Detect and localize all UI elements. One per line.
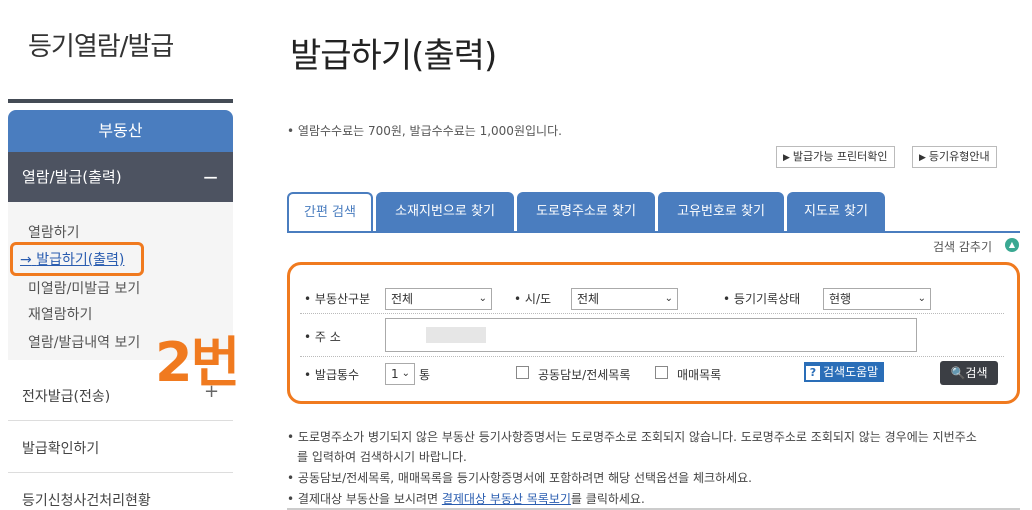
search-icon: 🔍	[950, 366, 966, 380]
count-label: • 발급통수	[304, 368, 360, 382]
search-help-button[interactable]: ? 검색도움말	[804, 362, 885, 382]
payment-list-link[interactable]: 결제대상 부동산 목록보기	[442, 492, 571, 506]
category-header[interactable]: 부동산	[8, 110, 233, 152]
note-road-address-cont: 를 입력하여 검색하시기 바랍니다.	[297, 450, 467, 464]
joint-collateral-label: 공동담보/전세목록	[538, 368, 631, 382]
sidebar-item-e-issue[interactable]: 전자발급(전송)	[8, 386, 233, 406]
divider	[8, 472, 233, 473]
note-payment: • 결제대상 부동산을 보시려면 결제대상 부동산 목록보기를 클릭하세요.	[287, 492, 645, 506]
tab-road-address[interactable]: 도로명주소로 찾기	[517, 192, 655, 232]
chevron-down-icon: ⌄	[478, 293, 487, 304]
sidebar-item-label: 열람/발급(출력)	[22, 168, 122, 186]
hide-search-link[interactable]: 검색 감추기	[933, 238, 992, 255]
count-select[interactable]: 1 ⌄	[385, 363, 415, 385]
submenu-view[interactable]: 열람하기	[28, 222, 80, 242]
printer-check-button[interactable]: ▶ 발급가능 프린터확인	[776, 146, 895, 168]
question-icon: ?	[806, 366, 820, 380]
note-options: • 공동담보/전세목록, 매매목록을 등기사항증명서에 포함하려면 해당 선택옵…	[287, 471, 752, 485]
tab-lot-number[interactable]: 소재지번으로 찾기	[376, 192, 514, 232]
fee-note: • 열람수수료는 700원, 발급수수료는 1,000원입니다.	[287, 124, 562, 138]
address-label: • 주 소	[304, 330, 341, 344]
tab-underline	[287, 231, 1020, 233]
record-status-label: • 등기기록상태	[723, 292, 801, 306]
chevron-down-icon: ⌄	[917, 293, 926, 304]
chevron-down-icon: ⌄	[664, 293, 673, 304]
tab-unique-number[interactable]: 고유번호로 찾기	[658, 192, 784, 232]
address-input[interactable]	[385, 318, 917, 352]
region-label: • 시/도	[514, 292, 552, 306]
tab-map[interactable]: 지도로 찾기	[787, 192, 885, 232]
submenu-issue[interactable]: → 발급하기(출력)	[20, 249, 124, 269]
sidebar-item-view-issue[interactable]: 열람/발급(출력) −	[8, 152, 233, 202]
sale-list-label: 매매목록	[677, 368, 722, 382]
sale-list-checkbox[interactable]	[655, 366, 668, 379]
sidebar-title: 등기열람/발급	[28, 32, 174, 62]
chevron-up-icon[interactable]: ▲	[1005, 238, 1019, 252]
page-title: 발급하기(출력)	[290, 36, 497, 76]
divider	[300, 313, 1004, 314]
submenu-review[interactable]: 재열람하기	[28, 304, 92, 324]
submenu-unviewed[interactable]: 미열람/미발급 보기	[28, 278, 140, 298]
triangle-right-icon: ▶	[783, 153, 790, 163]
triangle-right-icon: ▶	[919, 153, 926, 163]
property-type-label: • 부동산구분	[304, 292, 371, 306]
chevron-down-icon: ⌄	[401, 368, 410, 379]
property-type-select[interactable]: 전체 ⌄	[385, 288, 492, 310]
sidebar-item-case-status[interactable]: 등기신청사건처리현황	[8, 490, 233, 510]
note-road-address: • 도로명주소가 병기되지 않은 부동산 등기사항증명서는 도로명주소로 조회되…	[287, 430, 977, 444]
sidebar-divider	[8, 99, 233, 103]
tab-simple-search[interactable]: 간편 검색	[287, 192, 373, 232]
search-button[interactable]: 🔍검색	[940, 361, 998, 385]
sidebar-item-verify[interactable]: 발급확인하기	[8, 438, 233, 458]
arrow-right-icon: →	[20, 252, 32, 268]
registry-type-guide-button[interactable]: ▶ 등기유형안내	[912, 146, 997, 168]
collapse-icon[interactable]: −	[202, 152, 219, 202]
address-value-redacted	[426, 327, 486, 343]
joint-collateral-checkbox[interactable]	[516, 366, 529, 379]
bullet: •	[287, 124, 295, 138]
region-select[interactable]: 전체 ⌄	[571, 288, 678, 310]
submenu-history[interactable]: 열람/발급내역 보기	[28, 332, 140, 352]
divider	[8, 420, 233, 421]
expand-icon[interactable]: +	[204, 381, 219, 402]
divider	[300, 356, 1004, 357]
record-status-select[interactable]: 현행 ⌄	[823, 288, 931, 310]
count-unit: 통	[419, 368, 431, 382]
